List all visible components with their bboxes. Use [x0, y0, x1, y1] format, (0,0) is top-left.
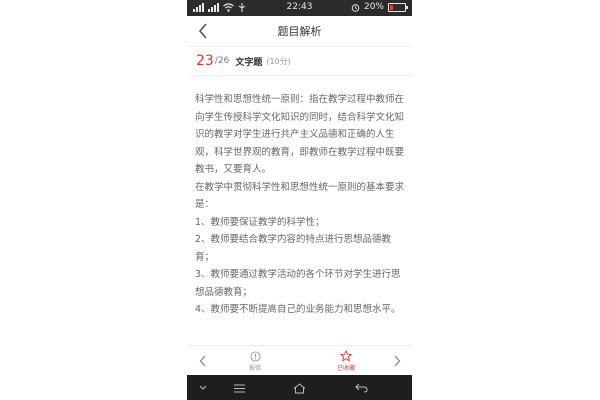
back-button[interactable] [193, 21, 213, 41]
analysis-paragraph: 在教学中贯彻科学性和思想性统一原则的基本要求是： [195, 181, 405, 211]
question-number: 23 [196, 53, 214, 69]
status-bar: 22:43 20% [187, 0, 412, 16]
star-icon [340, 350, 352, 362]
analysis-paragraph: 科学性和思想性统一原则：指在教学过程中教师在向学生传授科学文化知识的同时，结合科… [195, 94, 405, 175]
nav-back-button[interactable] [353, 380, 369, 396]
report-error-label: 报错 [248, 364, 261, 372]
favorite-label: 已收藏 [336, 365, 355, 372]
home-icon [293, 382, 305, 393]
chevron-down-icon [199, 385, 207, 390]
battery-percent: 20% [363, 2, 384, 12]
nav-home-button[interactable] [291, 380, 307, 396]
status-right: 20% [351, 2, 408, 12]
prev-question-button[interactable] [195, 346, 211, 376]
next-question-button[interactable] [389, 346, 405, 376]
phone-screen: 22:43 20% 题目解析 23 /26 文字题 (10分) 科学性和思想性统… [187, 0, 412, 400]
question-score: (10分) [266, 56, 291, 66]
chevron-left-icon [199, 355, 206, 367]
alert-circle-icon [249, 350, 261, 362]
menu-icon [233, 384, 245, 392]
nav-hide-button[interactable] [195, 380, 211, 396]
back-arrow-icon [354, 383, 368, 393]
chevron-left-icon [198, 23, 207, 39]
analysis-paragraph: 2、教师要结合教学内容的特点进行思想品德教育； [195, 234, 392, 263]
page-header: 题目解析 [187, 16, 412, 47]
analysis-paragraph: 3、教师要通过教学活动的各个环节对学生进行思想品德教育； [195, 269, 401, 298]
analysis-paragraph: 4、教师要不断提高自己的业务能力和思想水平。 [195, 304, 401, 315]
analysis-paragraph: 1、教师要保证教学的科学性； [195, 216, 325, 228]
chevron-right-icon [394, 355, 401, 367]
bottom-toolbar: 报错 已收藏 [187, 345, 412, 376]
battery-icon [388, 2, 408, 12]
nav-menu-button[interactable] [231, 380, 247, 396]
alarm-icon [351, 3, 360, 12]
favorite-button[interactable]: 已收藏 [334, 346, 358, 376]
question-type: 文字题 [235, 57, 263, 68]
question-total: /26 [214, 56, 230, 66]
report-error-button[interactable]: 报错 [245, 346, 265, 376]
system-nav-bar [187, 375, 412, 400]
analysis-content: 科学性和思想性统一原则：指在教学过程中教师在向学生传授科学文化知识的同时，结合科… [187, 76, 412, 319]
battery-fill [390, 4, 394, 10]
question-meta: 23 /26 文字题 (10分) [187, 47, 412, 76]
page-title: 题目解析 [277, 25, 322, 38]
